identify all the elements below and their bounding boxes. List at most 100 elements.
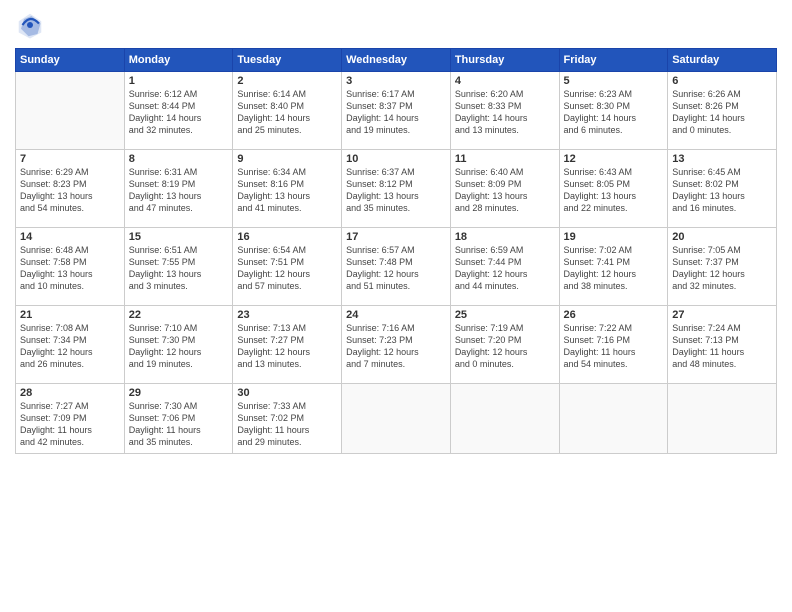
day-number: 5 — [564, 75, 664, 87]
day-info: Sunrise: 6:26 AM Sunset: 8:26 PM Dayligh… — [672, 88, 772, 137]
calendar-cell: 9Sunrise: 6:34 AM Sunset: 8:16 PM Daylig… — [233, 150, 342, 228]
day-info: Sunrise: 6:54 AM Sunset: 7:51 PM Dayligh… — [237, 244, 337, 293]
day-info: Sunrise: 6:51 AM Sunset: 7:55 PM Dayligh… — [129, 244, 229, 293]
day-number: 10 — [346, 153, 446, 165]
day-info: Sunrise: 6:48 AM Sunset: 7:58 PM Dayligh… — [20, 244, 120, 293]
day-info: Sunrise: 6:40 AM Sunset: 8:09 PM Dayligh… — [455, 166, 555, 215]
day-info: Sunrise: 7:08 AM Sunset: 7:34 PM Dayligh… — [20, 322, 120, 371]
weekday-header: Thursday — [450, 49, 559, 72]
day-number: 16 — [237, 231, 337, 243]
calendar-cell: 20Sunrise: 7:05 AM Sunset: 7:37 PM Dayli… — [668, 228, 777, 306]
calendar-cell: 14Sunrise: 6:48 AM Sunset: 7:58 PM Dayli… — [16, 228, 125, 306]
day-info: Sunrise: 7:24 AM Sunset: 7:13 PM Dayligh… — [672, 322, 772, 371]
day-number: 7 — [20, 153, 120, 165]
day-number: 20 — [672, 231, 772, 243]
day-info: Sunrise: 6:12 AM Sunset: 8:44 PM Dayligh… — [129, 88, 229, 137]
day-number: 30 — [237, 387, 337, 399]
weekday-header: Tuesday — [233, 49, 342, 72]
calendar-cell: 22Sunrise: 7:10 AM Sunset: 7:30 PM Dayli… — [124, 306, 233, 384]
calendar-cell: 6Sunrise: 6:26 AM Sunset: 8:26 PM Daylig… — [668, 72, 777, 150]
calendar-cell: 13Sunrise: 6:45 AM Sunset: 8:02 PM Dayli… — [668, 150, 777, 228]
weekday-header: Friday — [559, 49, 668, 72]
day-number: 8 — [129, 153, 229, 165]
day-number: 4 — [455, 75, 555, 87]
page: SundayMondayTuesdayWednesdayThursdayFrid… — [0, 0, 792, 612]
calendar-cell: 7Sunrise: 6:29 AM Sunset: 8:23 PM Daylig… — [16, 150, 125, 228]
day-info: Sunrise: 7:10 AM Sunset: 7:30 PM Dayligh… — [129, 322, 229, 371]
day-info: Sunrise: 6:20 AM Sunset: 8:33 PM Dayligh… — [455, 88, 555, 137]
calendar-cell: 10Sunrise: 6:37 AM Sunset: 8:12 PM Dayli… — [342, 150, 451, 228]
calendar-cell — [450, 384, 559, 454]
calendar-cell: 16Sunrise: 6:54 AM Sunset: 7:51 PM Dayli… — [233, 228, 342, 306]
day-info: Sunrise: 6:29 AM Sunset: 8:23 PM Dayligh… — [20, 166, 120, 215]
logo — [15, 10, 49, 40]
day-number: 25 — [455, 309, 555, 321]
calendar-cell: 1Sunrise: 6:12 AM Sunset: 8:44 PM Daylig… — [124, 72, 233, 150]
calendar-cell: 28Sunrise: 7:27 AM Sunset: 7:09 PM Dayli… — [16, 384, 125, 454]
day-number: 12 — [564, 153, 664, 165]
calendar-week-row: 1Sunrise: 6:12 AM Sunset: 8:44 PM Daylig… — [16, 72, 777, 150]
calendar-cell: 23Sunrise: 7:13 AM Sunset: 7:27 PM Dayli… — [233, 306, 342, 384]
weekday-header: Sunday — [16, 49, 125, 72]
day-info: Sunrise: 6:45 AM Sunset: 8:02 PM Dayligh… — [672, 166, 772, 215]
day-info: Sunrise: 6:57 AM Sunset: 7:48 PM Dayligh… — [346, 244, 446, 293]
day-info: Sunrise: 6:37 AM Sunset: 8:12 PM Dayligh… — [346, 166, 446, 215]
calendar-cell — [559, 384, 668, 454]
calendar-cell — [668, 384, 777, 454]
day-number: 23 — [237, 309, 337, 321]
calendar-cell: 15Sunrise: 6:51 AM Sunset: 7:55 PM Dayli… — [124, 228, 233, 306]
day-info: Sunrise: 6:14 AM Sunset: 8:40 PM Dayligh… — [237, 88, 337, 137]
calendar-cell: 30Sunrise: 7:33 AM Sunset: 7:02 PM Dayli… — [233, 384, 342, 454]
calendar-week-row: 14Sunrise: 6:48 AM Sunset: 7:58 PM Dayli… — [16, 228, 777, 306]
day-info: Sunrise: 6:59 AM Sunset: 7:44 PM Dayligh… — [455, 244, 555, 293]
calendar-cell: 24Sunrise: 7:16 AM Sunset: 7:23 PM Dayli… — [342, 306, 451, 384]
day-info: Sunrise: 7:33 AM Sunset: 7:02 PM Dayligh… — [237, 400, 337, 449]
day-number: 21 — [20, 309, 120, 321]
day-info: Sunrise: 6:23 AM Sunset: 8:30 PM Dayligh… — [564, 88, 664, 137]
calendar-cell: 8Sunrise: 6:31 AM Sunset: 8:19 PM Daylig… — [124, 150, 233, 228]
header — [15, 10, 777, 40]
calendar-header-row: SundayMondayTuesdayWednesdayThursdayFrid… — [16, 49, 777, 72]
calendar-cell: 3Sunrise: 6:17 AM Sunset: 8:37 PM Daylig… — [342, 72, 451, 150]
calendar-cell: 2Sunrise: 6:14 AM Sunset: 8:40 PM Daylig… — [233, 72, 342, 150]
calendar-cell: 4Sunrise: 6:20 AM Sunset: 8:33 PM Daylig… — [450, 72, 559, 150]
day-info: Sunrise: 7:13 AM Sunset: 7:27 PM Dayligh… — [237, 322, 337, 371]
calendar-cell — [16, 72, 125, 150]
day-info: Sunrise: 6:34 AM Sunset: 8:16 PM Dayligh… — [237, 166, 337, 215]
calendar-cell: 17Sunrise: 6:57 AM Sunset: 7:48 PM Dayli… — [342, 228, 451, 306]
day-info: Sunrise: 7:27 AM Sunset: 7:09 PM Dayligh… — [20, 400, 120, 449]
day-number: 18 — [455, 231, 555, 243]
calendar-cell: 12Sunrise: 6:43 AM Sunset: 8:05 PM Dayli… — [559, 150, 668, 228]
calendar-week-row: 7Sunrise: 6:29 AM Sunset: 8:23 PM Daylig… — [16, 150, 777, 228]
day-number: 26 — [564, 309, 664, 321]
day-info: Sunrise: 7:16 AM Sunset: 7:23 PM Dayligh… — [346, 322, 446, 371]
day-number: 13 — [672, 153, 772, 165]
day-number: 1 — [129, 75, 229, 87]
logo-icon — [15, 10, 45, 40]
calendar-cell: 5Sunrise: 6:23 AM Sunset: 8:30 PM Daylig… — [559, 72, 668, 150]
calendar-cell: 19Sunrise: 7:02 AM Sunset: 7:41 PM Dayli… — [559, 228, 668, 306]
calendar-cell — [342, 384, 451, 454]
calendar-cell: 25Sunrise: 7:19 AM Sunset: 7:20 PM Dayli… — [450, 306, 559, 384]
day-info: Sunrise: 6:31 AM Sunset: 8:19 PM Dayligh… — [129, 166, 229, 215]
weekday-header: Monday — [124, 49, 233, 72]
day-info: Sunrise: 7:19 AM Sunset: 7:20 PM Dayligh… — [455, 322, 555, 371]
weekday-header: Saturday — [668, 49, 777, 72]
weekday-header: Wednesday — [342, 49, 451, 72]
calendar-cell: 27Sunrise: 7:24 AM Sunset: 7:13 PM Dayli… — [668, 306, 777, 384]
calendar-cell: 11Sunrise: 6:40 AM Sunset: 8:09 PM Dayli… — [450, 150, 559, 228]
day-number: 19 — [564, 231, 664, 243]
day-number: 11 — [455, 153, 555, 165]
day-number: 24 — [346, 309, 446, 321]
day-number: 17 — [346, 231, 446, 243]
day-number: 3 — [346, 75, 446, 87]
day-number: 15 — [129, 231, 229, 243]
day-number: 29 — [129, 387, 229, 399]
calendar-table: SundayMondayTuesdayWednesdayThursdayFrid… — [15, 48, 777, 454]
calendar-cell: 29Sunrise: 7:30 AM Sunset: 7:06 PM Dayli… — [124, 384, 233, 454]
calendar-week-row: 21Sunrise: 7:08 AM Sunset: 7:34 PM Dayli… — [16, 306, 777, 384]
calendar-cell: 26Sunrise: 7:22 AM Sunset: 7:16 PM Dayli… — [559, 306, 668, 384]
calendar-week-row: 28Sunrise: 7:27 AM Sunset: 7:09 PM Dayli… — [16, 384, 777, 454]
day-number: 14 — [20, 231, 120, 243]
calendar-cell: 21Sunrise: 7:08 AM Sunset: 7:34 PM Dayli… — [16, 306, 125, 384]
